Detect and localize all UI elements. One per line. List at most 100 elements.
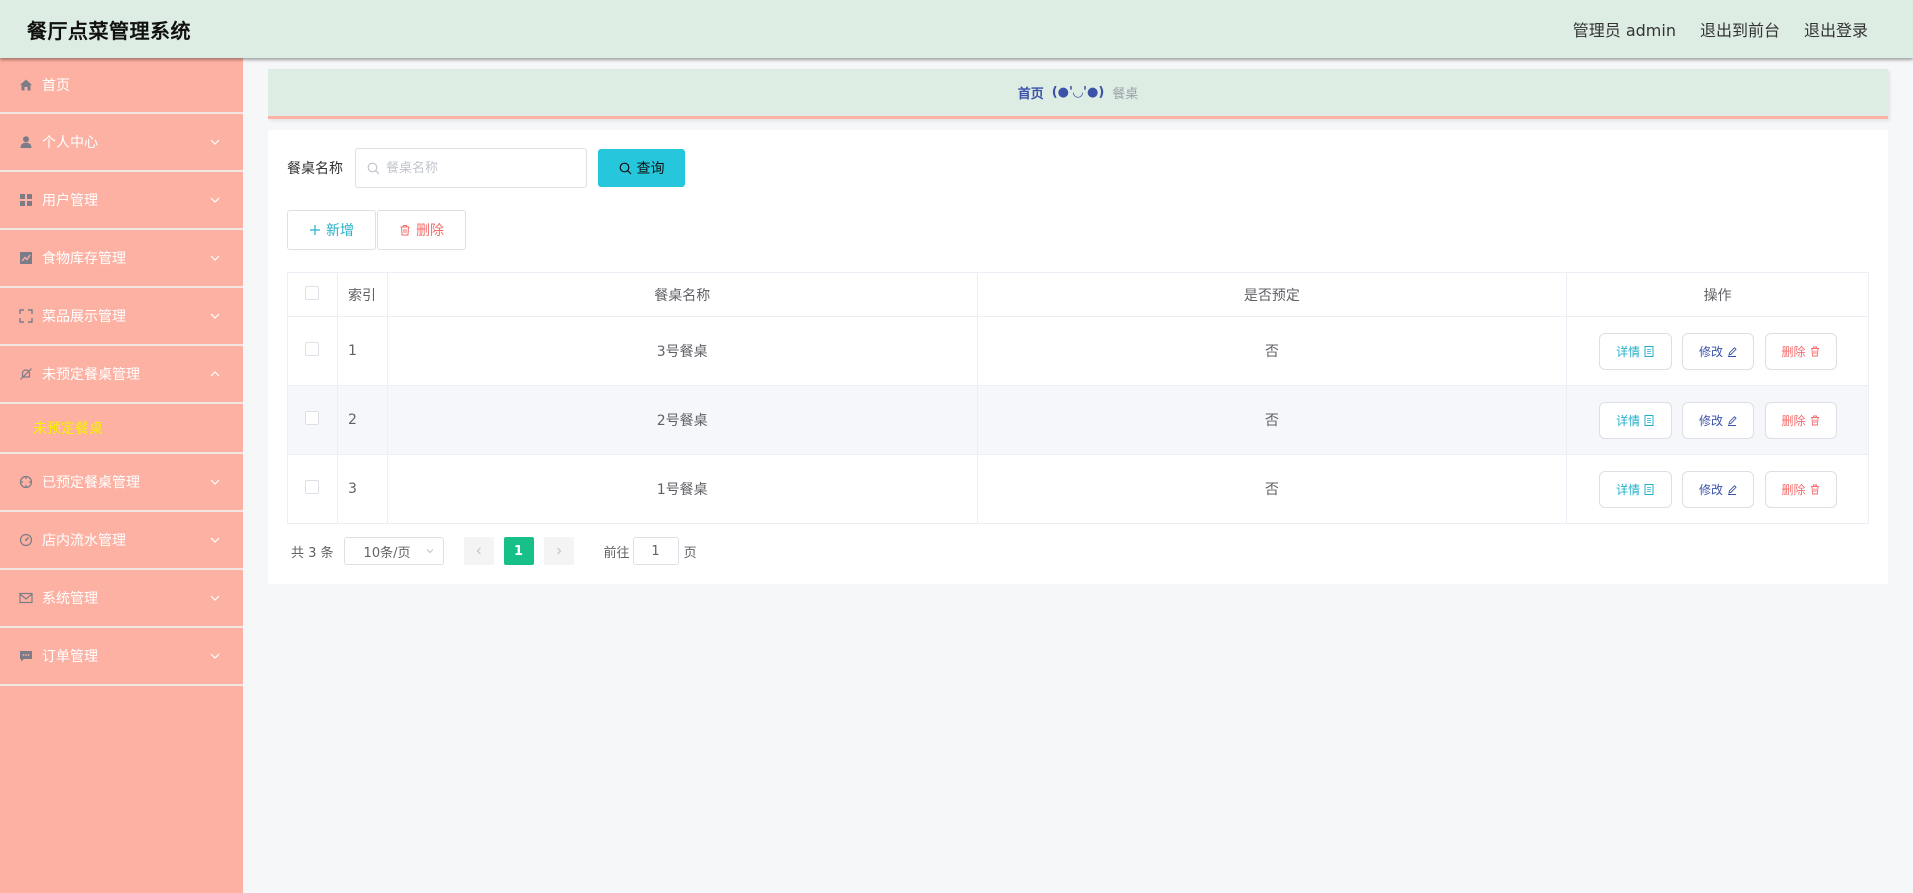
sidebar-item-home[interactable]: 首页 [0,58,243,114]
chevron-up-icon [210,371,220,377]
compass-icon [18,474,34,490]
tables-table: 索引 餐桌名称 是否预定 操作 1 3号餐桌 否 详情 修改 删除 2 2号餐桌… [287,272,1869,524]
exit-to-front-link[interactable]: 退出到前台 [1700,17,1780,41]
row-operations: 详情 修改 删除 [1566,385,1869,455]
sidebar-item-label: 已预定餐桌管理 [42,475,140,491]
prev-page-button[interactable] [463,537,494,565]
sidebar-item-unreserved-tables[interactable]: 未预定餐桌管理 [0,346,243,404]
breadcrumb: 首页 (●'◡'●) 餐桌 [268,69,1888,119]
edit-button[interactable]: 修改 [1682,401,1755,439]
delete-button[interactable]: 删除 [1764,470,1837,508]
speedometer-icon [18,532,34,548]
sidebar-item-food-inventory[interactable]: 食物库存管理 [0,230,243,288]
row-operations: 详情 修改 删除 [1566,454,1869,524]
search-field[interactable] [355,148,587,188]
document-icon [1644,414,1654,426]
sidebar-item-label: 首页 [42,78,70,94]
chat-icon [18,648,34,664]
pencil-icon [1728,346,1737,357]
delete-label: 删除 [1781,413,1806,428]
sidebar-item-reserved-tables[interactable]: 已预定餐桌管理 [0,454,243,512]
header-operations: 操作 [1566,272,1869,317]
chevron-down-icon [210,537,220,543]
plus-icon [310,225,320,235]
row-table-name: 3号餐桌 [387,316,978,386]
pagination: 共 3 条 10条/页 1 前往 1 页 [291,537,697,565]
trash-icon [400,225,410,236]
delete-button[interactable]: 删除 [1764,332,1837,370]
mail-icon [18,590,34,606]
add-button[interactable]: 新增 [287,210,376,250]
row-table-name: 2号餐桌 [387,385,978,455]
search-row: 餐桌名称 查询 [287,148,685,188]
sidebar-item-system-management[interactable]: 系统管理 [0,570,243,628]
breadcrumb-current: 餐桌 [1112,87,1139,102]
row-checkbox[interactable] [305,342,320,356]
sidebar-item-label: 系统管理 [42,591,98,607]
next-page-button[interactable] [543,537,574,565]
sidebar-item-label: 用户管理 [42,193,98,209]
grid-icon [18,192,34,208]
sidebar-item-order-management[interactable]: 订单管理 [0,628,243,686]
breadcrumb-home[interactable]: 首页 [1018,83,1044,102]
no-bell-icon [18,366,34,382]
detail-button[interactable]: 详情 [1598,332,1672,370]
page-number-current[interactable]: 1 [503,537,534,565]
search-button[interactable]: 查询 [598,149,685,187]
edit-button[interactable]: 修改 [1682,332,1755,370]
row-reserved: 否 [977,385,1568,455]
current-user: 管理员 admin [1572,21,1676,40]
detail-label: 详情 [1616,344,1641,359]
sidebar-item-label: 订单管理 [42,649,98,665]
trash-icon [1810,346,1819,356]
sidebar-item-personal-center[interactable]: 个人中心 [0,114,243,172]
row-table-name: 1号餐桌 [387,454,978,524]
row-index: 3 [337,454,388,524]
breadcrumb-separator: (●'◡'●) [1051,85,1105,100]
sidebar-item-user-management[interactable]: 用户管理 [0,172,243,230]
select-all-cell [287,272,338,317]
chevron-right-icon [556,547,561,555]
header-index: 索引 [337,272,388,317]
row-checkbox[interactable] [305,480,320,494]
logout-link[interactable]: 退出登录 [1804,17,1868,41]
detail-button[interactable]: 详情 [1598,470,1672,508]
chevron-down-icon [210,139,220,145]
table-header-row: 索引 餐桌名称 是否预定 操作 [287,272,1869,317]
row-operations: 详情 修改 删除 [1566,316,1869,386]
search-button-label: 查询 [636,161,665,177]
add-button-label: 新增 [326,223,354,239]
chevron-down-icon [210,595,220,601]
app-title: 餐厅点菜管理系统 [27,18,191,43]
delete-button-label: 删除 [416,223,444,239]
table-row: 2 2号餐桌 否 详情 修改 删除 [287,385,1869,455]
row-select-cell [287,454,338,524]
pagination-total: 共 3 条 [291,545,334,561]
sidebar-item-store-flow[interactable]: 店内流水管理 [0,512,243,570]
row-index: 1 [337,316,388,386]
sidebar-subitem-label: 未预定餐桌 [33,421,103,437]
page-size-select[interactable]: 10条/页 [343,537,444,565]
delete-label: 删除 [1781,344,1806,359]
table-row: 1 3号餐桌 否 详情 修改 删除 [287,316,1869,386]
page-suffix: 页 [683,545,697,561]
row-reserved: 否 [977,316,1568,386]
page-size-value: 10条/页 [363,545,411,561]
sidebar-item-label: 食物库存管理 [42,251,126,267]
delete-button[interactable]: 删除 [1764,401,1837,439]
document-icon [1644,345,1654,357]
sidebar-subitem-unreserved-table[interactable]: 未预定餐桌 [0,404,243,454]
sidebar-item-dish-display[interactable]: 菜品展示管理 [0,288,243,346]
edit-button[interactable]: 修改 [1682,470,1755,508]
search-label: 餐桌名称 [287,161,343,177]
goto-page-input[interactable]: 1 [632,537,679,565]
batch-delete-button[interactable]: 删除 [377,210,466,250]
user-icon [18,134,34,150]
detail-label: 详情 [1616,482,1641,497]
detail-button[interactable]: 详情 [1598,401,1672,439]
row-checkbox[interactable] [305,411,320,425]
top-header: 餐厅点菜管理系统 管理员 admin 退出到前台 退出登录 [0,0,1913,58]
select-all-checkbox[interactable] [305,285,320,300]
delete-label: 删除 [1781,482,1806,497]
search-input[interactable] [386,160,576,176]
